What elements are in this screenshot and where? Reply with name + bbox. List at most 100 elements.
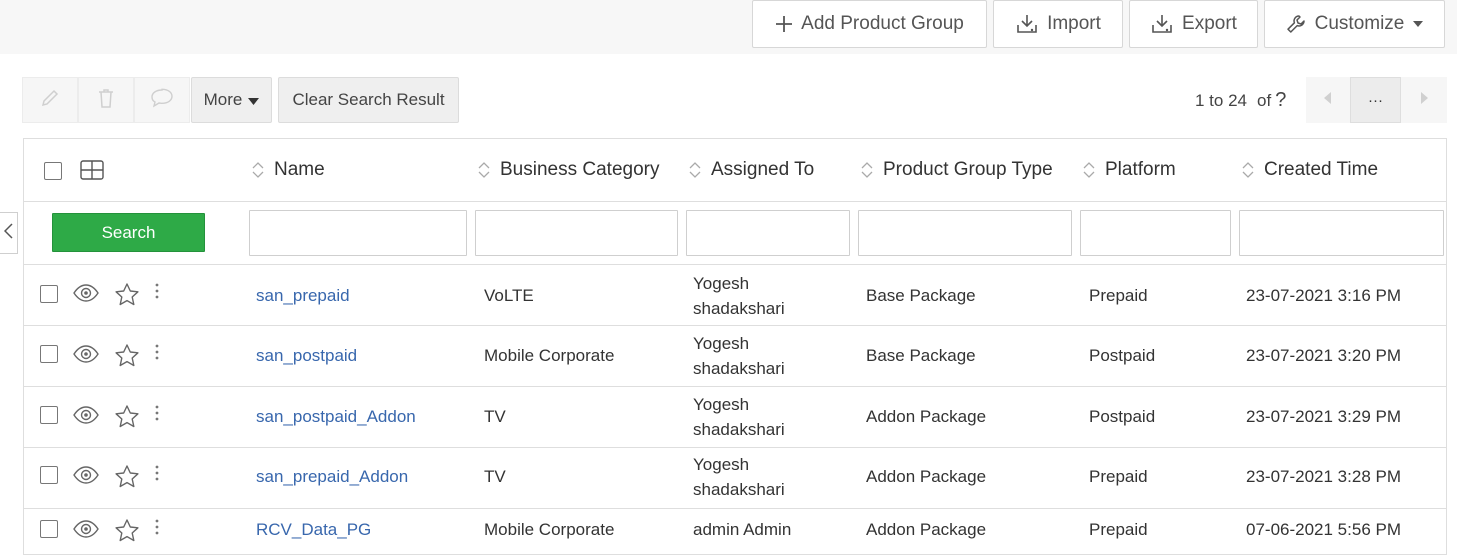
business-category-filter-input[interactable] xyxy=(475,210,678,256)
created-time-filter-input[interactable] xyxy=(1239,210,1444,256)
product-group-table: Name Business Category Assigned To Produ… xyxy=(23,138,1447,555)
row-product-group-type: Base Package xyxy=(866,346,976,365)
row-platform: Postpaid xyxy=(1089,346,1156,365)
table-header: Name Business Category Assigned To Produ… xyxy=(24,139,1446,202)
eye-icon[interactable] xyxy=(72,344,100,369)
sort-icon xyxy=(1242,162,1254,178)
comment-button[interactable] xyxy=(134,77,190,123)
pagination-total[interactable]: ? xyxy=(1275,89,1286,112)
column-label: Assigned To xyxy=(711,159,815,180)
row-name-link[interactable]: san_postpaid xyxy=(256,343,357,368)
row-assigned-to-line1: Yogesh xyxy=(693,334,750,353)
page-more-button[interactable]: ··· xyxy=(1350,77,1401,123)
table-row[interactable]: san_prepaid_Addon TV Yogesh shadakshari … xyxy=(24,448,1446,509)
row-checkbox[interactable] xyxy=(40,520,58,538)
pencil-icon xyxy=(39,87,61,114)
export-icon xyxy=(1150,13,1174,35)
star-icon[interactable] xyxy=(114,464,140,495)
row-created-time: 23-07-2021 3:29 PM xyxy=(1246,407,1401,426)
row-business-category: VoLTE xyxy=(484,286,534,305)
more-dropdown[interactable]: More xyxy=(191,77,272,123)
star-icon[interactable] xyxy=(114,343,140,374)
column-header-platform[interactable]: Platform xyxy=(1083,159,1176,181)
row-product-group-type: Addon Package xyxy=(866,407,987,426)
edit-button[interactable] xyxy=(22,77,78,123)
top-action-bar: Add Product Group Import Export Customiz… xyxy=(0,0,1457,54)
clear-search-button[interactable]: Clear Search Result xyxy=(278,77,459,123)
export-button[interactable]: Export xyxy=(1129,0,1258,48)
caret-down-icon xyxy=(248,90,260,110)
next-page-button[interactable] xyxy=(1401,77,1447,123)
table-row[interactable]: RCV_Data_PG Mobile Corporate admin Admin… xyxy=(24,509,1446,555)
row-checkbox[interactable] xyxy=(40,406,58,424)
row-checkbox[interactable] xyxy=(40,345,58,363)
pagination-of: of xyxy=(1257,90,1272,110)
pagination-range: 1 to 24 xyxy=(1195,90,1247,110)
side-panel-toggle[interactable] xyxy=(0,212,18,254)
star-icon[interactable] xyxy=(114,282,140,313)
search-button[interactable]: Search xyxy=(52,213,205,252)
customize-button[interactable]: Customize xyxy=(1264,0,1445,48)
filter-row: Search xyxy=(24,202,1446,265)
sort-icon xyxy=(689,162,701,178)
column-header-business-category[interactable]: Business Category xyxy=(478,159,659,181)
eye-icon[interactable] xyxy=(72,465,100,490)
import-icon xyxy=(1015,13,1039,35)
clear-search-label: Clear Search Result xyxy=(292,90,445,109)
eye-icon[interactable] xyxy=(72,405,100,430)
name-filter-input[interactable] xyxy=(249,210,467,256)
caret-down-icon xyxy=(1412,20,1424,28)
column-header-product-group-type[interactable]: Product Group Type xyxy=(861,159,1053,181)
eye-icon[interactable] xyxy=(72,519,100,544)
column-header-assigned-to[interactable]: Assigned To xyxy=(689,159,814,181)
row-assigned-to-line2: shadakshari xyxy=(693,480,785,499)
row-created-time: 23-07-2021 3:16 PM xyxy=(1246,286,1401,305)
chevron-right-icon xyxy=(1420,91,1428,109)
product-group-type-filter-input[interactable] xyxy=(858,210,1072,256)
row-assigned-to-line1: Yogesh xyxy=(693,274,750,293)
table-row[interactable]: san_postpaid Mobile Corporate Yogesh sha… xyxy=(24,326,1446,387)
eye-icon[interactable] xyxy=(72,283,100,308)
customize-label: Customize xyxy=(1314,13,1405,34)
trash-icon xyxy=(96,87,116,114)
row-platform: Prepaid xyxy=(1089,286,1148,305)
previous-page-button[interactable] xyxy=(1306,77,1350,123)
row-name-link[interactable]: RCV_Data_PG xyxy=(256,517,371,542)
plus-icon xyxy=(775,15,793,33)
more-vertical-icon[interactable] xyxy=(154,465,160,486)
column-layout-icon[interactable] xyxy=(80,160,104,185)
more-vertical-icon[interactable] xyxy=(154,344,160,365)
row-business-category: TV xyxy=(484,467,506,486)
more-vertical-icon[interactable] xyxy=(154,283,160,304)
star-icon[interactable] xyxy=(114,404,140,435)
row-platform: Prepaid xyxy=(1089,520,1148,539)
pagination-info: 1 to 24 of ? xyxy=(1195,89,1286,112)
more-vertical-icon[interactable] xyxy=(154,519,160,540)
delete-button[interactable] xyxy=(78,77,134,123)
row-checkbox[interactable] xyxy=(40,466,58,484)
row-name-link[interactable]: san_prepaid xyxy=(256,283,350,308)
column-header-created-time[interactable]: Created Time xyxy=(1242,159,1378,181)
row-created-time: 23-07-2021 3:20 PM xyxy=(1246,346,1401,365)
star-icon[interactable] xyxy=(114,518,140,549)
more-vertical-icon[interactable] xyxy=(154,405,160,426)
table-row[interactable]: san_prepaid VoLTE Yogesh shadakshari Bas… xyxy=(24,265,1446,326)
assigned-to-filter-input[interactable] xyxy=(686,210,850,256)
row-name-link[interactable]: san_postpaid_Addon xyxy=(256,404,416,429)
add-product-group-label: Add Product Group xyxy=(801,13,964,34)
chevron-left-icon xyxy=(1324,91,1332,109)
row-checkbox[interactable] xyxy=(40,285,58,303)
row-platform: Postpaid xyxy=(1089,407,1156,426)
row-assigned-to-line2: shadakshari xyxy=(693,420,785,439)
column-label: Platform xyxy=(1105,159,1176,180)
row-product-group-type: Base Package xyxy=(866,286,976,305)
import-button[interactable]: Import xyxy=(993,0,1123,48)
platform-filter-input[interactable] xyxy=(1080,210,1231,256)
select-all-checkbox[interactable] xyxy=(44,162,62,180)
column-header-name[interactable]: Name xyxy=(252,159,325,181)
add-product-group-button[interactable]: Add Product Group xyxy=(752,0,987,48)
row-name-link[interactable]: san_prepaid_Addon xyxy=(256,464,408,489)
column-label: Product Group Type xyxy=(883,159,1053,180)
chevron-left-icon xyxy=(3,222,13,244)
table-row[interactable]: san_postpaid_Addon TV Yogesh shadakshari… xyxy=(24,387,1446,448)
